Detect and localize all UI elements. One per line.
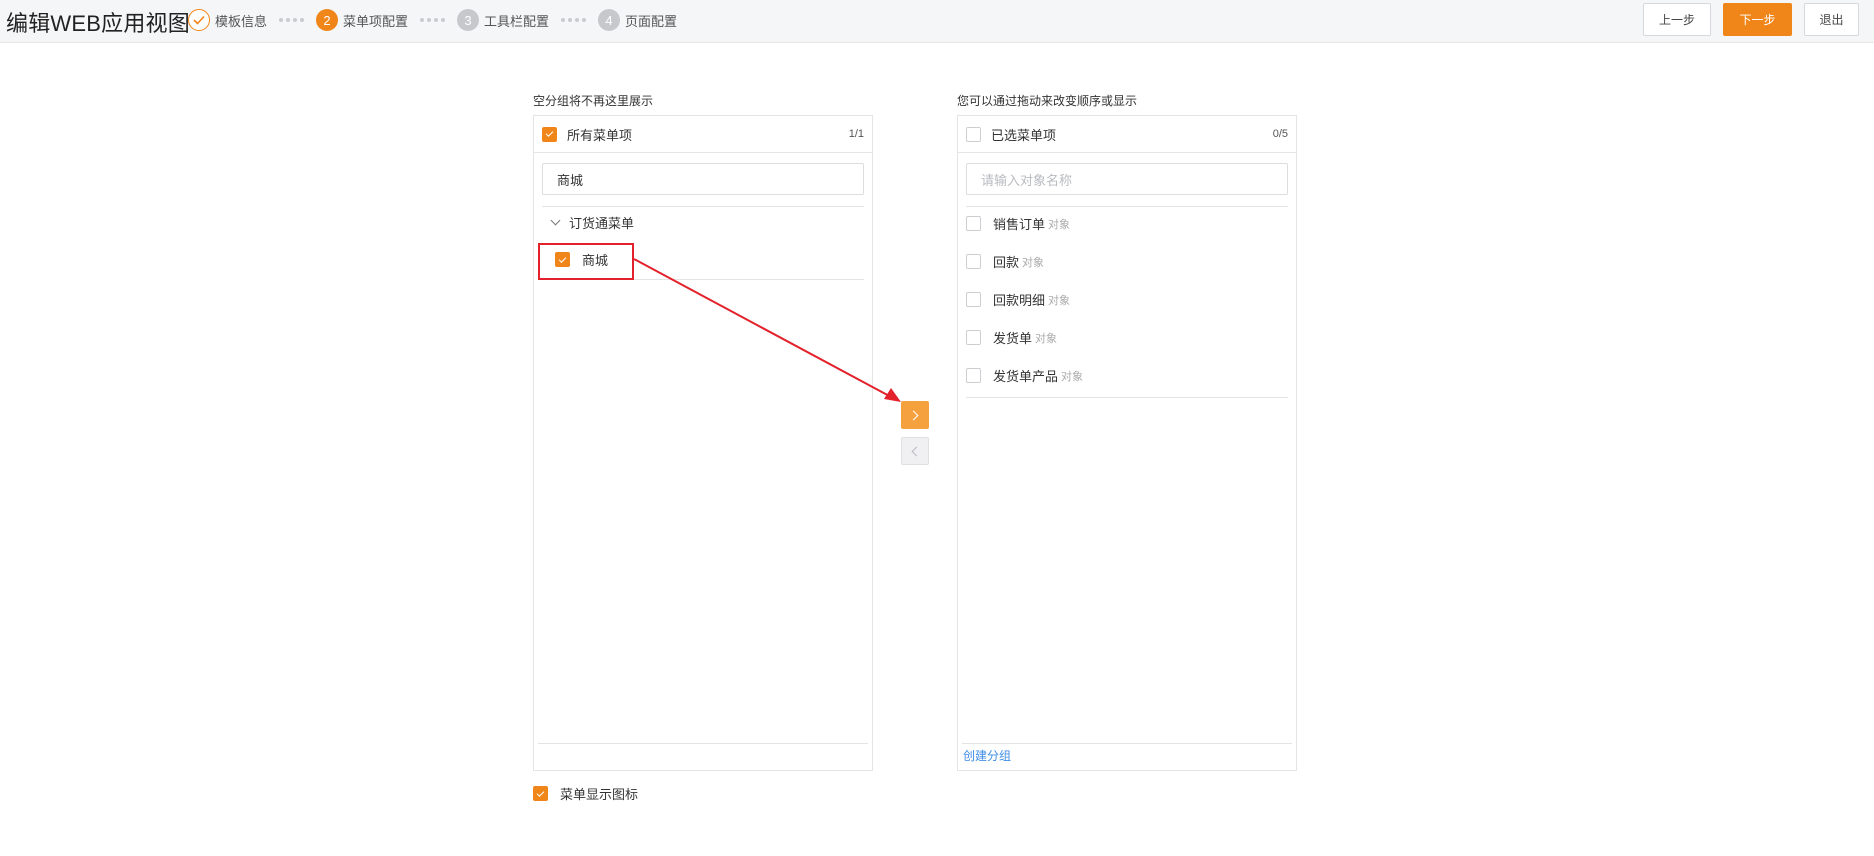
step-number: 2 xyxy=(316,9,339,31)
wizard-steps: 模板信息 2 菜单项配置 3 工具栏配置 4 页面配置 xyxy=(188,8,677,32)
step-separator xyxy=(561,18,587,22)
item-checkbox[interactable] xyxy=(966,368,981,383)
step-separator xyxy=(420,18,446,22)
panel-footer-divider xyxy=(538,743,868,744)
all-menu-items-panel: 所有菜单项 1/1 商城 订货通菜单 商城 xyxy=(533,115,873,771)
list-item[interactable]: 发货单产品 对象 xyxy=(966,366,1083,385)
panel-footer-divider xyxy=(962,743,1292,744)
panel-header-label: 已选菜单项 xyxy=(991,127,1057,143)
item-checkbox[interactable] xyxy=(966,330,981,345)
selection-count: 0/5 xyxy=(1272,128,1288,140)
prev-step-button[interactable]: 上一步 xyxy=(1643,3,1711,36)
next-step-button[interactable]: 下一步 xyxy=(1723,3,1792,36)
item-type-tag: 对象 xyxy=(1061,370,1084,383)
annotation-arrow xyxy=(633,258,901,402)
left-panel-caption: 空分组将不再这里展示 xyxy=(533,94,654,108)
check-circle-icon xyxy=(188,9,210,31)
item-label: 回款 xyxy=(993,255,1020,270)
selected-menu-items-panel: 已选菜单项 0/5 请输入对象名称 销售订单 对象 回款 对象 回款明细 对象 … xyxy=(957,115,1297,771)
create-group-link[interactable]: 创建分组 xyxy=(963,747,1011,764)
panel-header: 所有菜单项 1/1 xyxy=(534,116,872,153)
list-item[interactable]: 回款明细 对象 xyxy=(966,290,1070,309)
item-label: 销售订单 xyxy=(993,217,1046,232)
search-input[interactable]: 请输入对象名称 xyxy=(966,163,1288,195)
select-all-checkbox[interactable] xyxy=(542,126,557,142)
item-type-tag: 对象 xyxy=(1022,256,1045,269)
annotation-highlight-box xyxy=(538,243,634,280)
panel-header: 已选菜单项 0/5 xyxy=(958,116,1296,153)
step-label: 工具栏配置 xyxy=(484,13,550,29)
show-menu-icons-label: 菜单显示图标 xyxy=(560,787,639,802)
step-page-config[interactable]: 4 页面配置 xyxy=(598,9,677,31)
step-label: 模板信息 xyxy=(215,13,268,29)
move-right-button[interactable] xyxy=(901,401,929,429)
chevron-left-icon xyxy=(911,446,922,456)
group-订货通菜单[interactable]: 订货通菜单 xyxy=(550,213,634,232)
panel-header-label: 所有菜单项 xyxy=(567,127,633,143)
step-toolbar-config[interactable]: 3 工具栏配置 xyxy=(457,9,549,31)
divider xyxy=(966,206,1288,207)
selection-count: 1/1 xyxy=(848,128,864,140)
move-left-button[interactable] xyxy=(901,437,929,465)
show-menu-icons-checkbox[interactable] xyxy=(533,786,548,801)
step-template-info[interactable]: 模板信息 xyxy=(188,9,267,31)
select-all-checkbox[interactable] xyxy=(966,126,981,142)
item-type-tag: 对象 xyxy=(1048,218,1071,231)
group-label: 订货通菜单 xyxy=(569,216,635,231)
item-type-tag: 对象 xyxy=(1035,332,1058,345)
item-checkbox[interactable] xyxy=(966,216,981,231)
page-title: 编辑WEB应用视图 xyxy=(6,11,190,36)
exit-button[interactable]: 退出 xyxy=(1804,3,1859,36)
chevron-right-icon xyxy=(908,410,919,420)
step-number: 4 xyxy=(598,9,621,31)
list-item[interactable]: 回款 对象 xyxy=(966,252,1044,271)
item-type-tag: 对象 xyxy=(1048,294,1071,307)
list-item[interactable]: 发货单 对象 xyxy=(966,328,1057,347)
step-menu-config[interactable]: 2 菜单项配置 xyxy=(316,9,408,31)
step-label: 菜单项配置 xyxy=(343,13,409,29)
step-number: 3 xyxy=(457,9,480,31)
divider xyxy=(966,397,1288,398)
item-checkbox[interactable] xyxy=(966,254,981,269)
list-item[interactable]: 销售订单 对象 xyxy=(966,214,1070,233)
search-input[interactable]: 商城 xyxy=(542,163,864,195)
divider xyxy=(542,206,864,207)
step-label: 页面配置 xyxy=(625,13,678,29)
item-checkbox[interactable] xyxy=(966,292,981,307)
step-separator xyxy=(279,18,305,22)
item-label: 回款明细 xyxy=(993,293,1046,308)
right-panel-caption: 您可以通过拖动来改变顺序或显示 xyxy=(957,94,1138,108)
top-bar: 编辑WEB应用视图 模板信息 2 菜单项配置 3 工具栏配置 4 页面配置 上一… xyxy=(0,0,1874,43)
item-label: 发货单产品 xyxy=(993,369,1059,384)
item-label: 发货单 xyxy=(993,331,1033,346)
show-menu-icons-option[interactable]: 菜单显示图标 xyxy=(533,784,638,803)
chevron-down-icon xyxy=(550,215,561,226)
